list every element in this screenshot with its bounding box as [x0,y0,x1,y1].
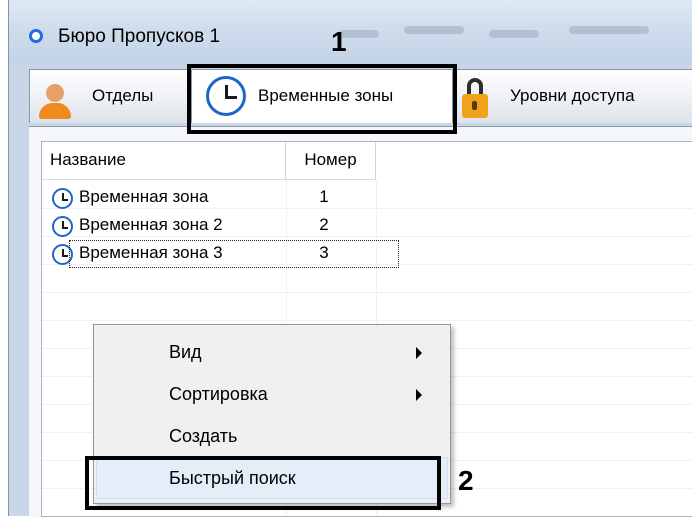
tab-label: Уровни доступа [510,86,635,105]
app-window: Бюро Пропусков 1 Отделы Временные зоны У… [8,0,692,517]
tab-departments[interactable]: Отделы [29,69,191,123]
title-bar: Бюро Пропусков 1 [9,0,692,64]
column-header-number[interactable]: Номер [286,142,376,180]
menu-item-label: Создать [169,426,238,446]
title-bar-blur [489,30,539,38]
menu-item-label: Вид [169,342,202,362]
title-bar-blur [569,26,649,34]
person-icon-body [39,103,71,119]
clock-icon [52,216,73,237]
list-item-number: 2 [319,215,329,234]
list-item-number: 1 [319,187,329,206]
tab-access-levels[interactable]: Уровни доступа [453,69,692,123]
submenu-arrow-icon [416,347,422,359]
menu-item-sort[interactable]: Сортировка [96,373,448,415]
grid-line [42,292,692,293]
submenu-arrow-icon [416,389,422,401]
menu-item-view[interactable]: Вид [96,331,448,373]
grid-line [42,208,692,209]
annotation-number-2: 2 [458,465,474,496]
list-item-name: Временная зона [79,187,209,206]
menu-item-label: Сортировка [169,384,268,404]
lock-icon-body [462,94,488,118]
column-header-name[interactable]: Название [42,142,286,180]
annotation-box-2 [85,456,441,510]
menu-item-create[interactable]: Создать [96,415,448,457]
clock-icon [52,188,73,209]
window-title: Бюро Пропусков 1 [58,26,221,47]
grid-line [42,236,692,237]
person-icon [46,84,64,102]
title-bar-blur [404,26,464,34]
selection-focus-rect [69,240,399,268]
app-icon [29,29,43,43]
grid-line [42,320,692,321]
tab-label: Отделы [92,86,154,105]
annotation-box-1 [187,64,457,134]
annotation-number-1: 1 [331,26,347,57]
list-item-name: Временная зона 2 [79,215,223,234]
